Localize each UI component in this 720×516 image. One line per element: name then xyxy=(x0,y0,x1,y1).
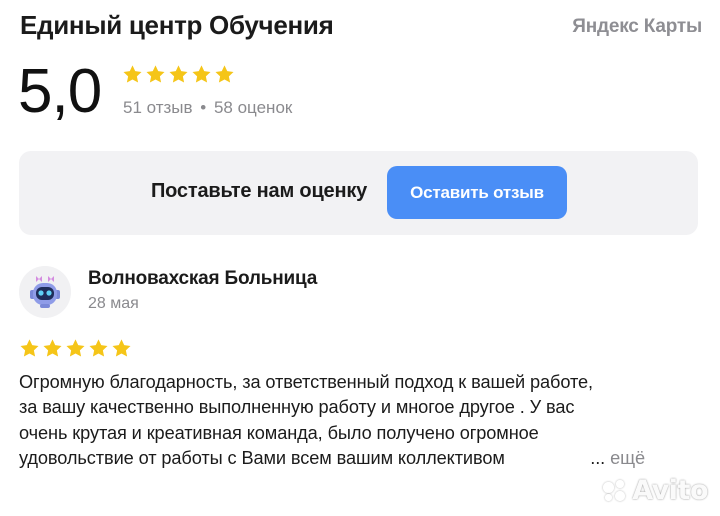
review-author[interactable]: Волновахская Больница xyxy=(88,268,317,290)
star-icon xyxy=(88,338,109,359)
rating-counts: 51 отзыв • 58 оценок xyxy=(123,98,292,118)
rating-stars xyxy=(122,64,235,85)
review-text-line: удовольствие от работы с Вами всем вашим… xyxy=(19,448,505,469)
star-icon xyxy=(42,338,63,359)
leave-review-panel: Поставьте нам оценку Оставить отзыв xyxy=(19,151,698,235)
star-icon xyxy=(191,64,212,85)
rate-us-prompt: Поставьте нам оценку xyxy=(151,180,368,202)
star-icon xyxy=(65,338,86,359)
ratings-count: 58 оценок xyxy=(213,98,293,117)
rating-value: 5,0 xyxy=(18,57,102,126)
avito-logo-icon xyxy=(603,479,629,502)
review-text: Огромную благодарность, за ответственный… xyxy=(19,370,703,472)
star-icon xyxy=(145,64,166,85)
leave-review-button[interactable]: Оставить отзыв xyxy=(387,166,567,219)
star-icon xyxy=(19,338,40,359)
read-more-link[interactable]: ещё xyxy=(610,448,645,468)
star-icon xyxy=(214,64,235,85)
avatar[interactable] xyxy=(19,266,71,318)
review-text-line: очень крутая и креативная команда, было … xyxy=(19,422,539,443)
review-text-line: Огромную благодарность, за ответственный… xyxy=(19,372,593,392)
star-icon xyxy=(168,64,189,85)
star-icon xyxy=(111,338,132,359)
review-text-line: за вашу качественно выполненную работу и… xyxy=(19,397,575,418)
review-stars xyxy=(19,338,132,359)
yandex-maps-brand[interactable]: Яндекс Карты xyxy=(572,16,702,38)
avito-watermark-text: Avito xyxy=(632,475,708,506)
reviews-count[interactable]: 51 отзыв xyxy=(123,98,193,117)
organization-title: Единый центр Обучения xyxy=(20,10,334,40)
review-date: 28 мая xyxy=(88,295,139,312)
header: Единый центр Обучения Яндекс Карты xyxy=(20,8,702,44)
avito-watermark: Avito xyxy=(603,475,708,506)
read-more[interactable]: ... ещё xyxy=(572,446,645,472)
rating-summary: 5,0 51 отзыв • 58 оценок xyxy=(18,56,618,136)
robot-icon xyxy=(19,266,71,318)
counts-separator: • xyxy=(200,98,207,117)
read-more-ellipsis: ... xyxy=(590,448,606,469)
review-text-line-last: удовольствие от работы с Вами всем вашим… xyxy=(19,446,703,472)
star-icon xyxy=(122,64,143,85)
